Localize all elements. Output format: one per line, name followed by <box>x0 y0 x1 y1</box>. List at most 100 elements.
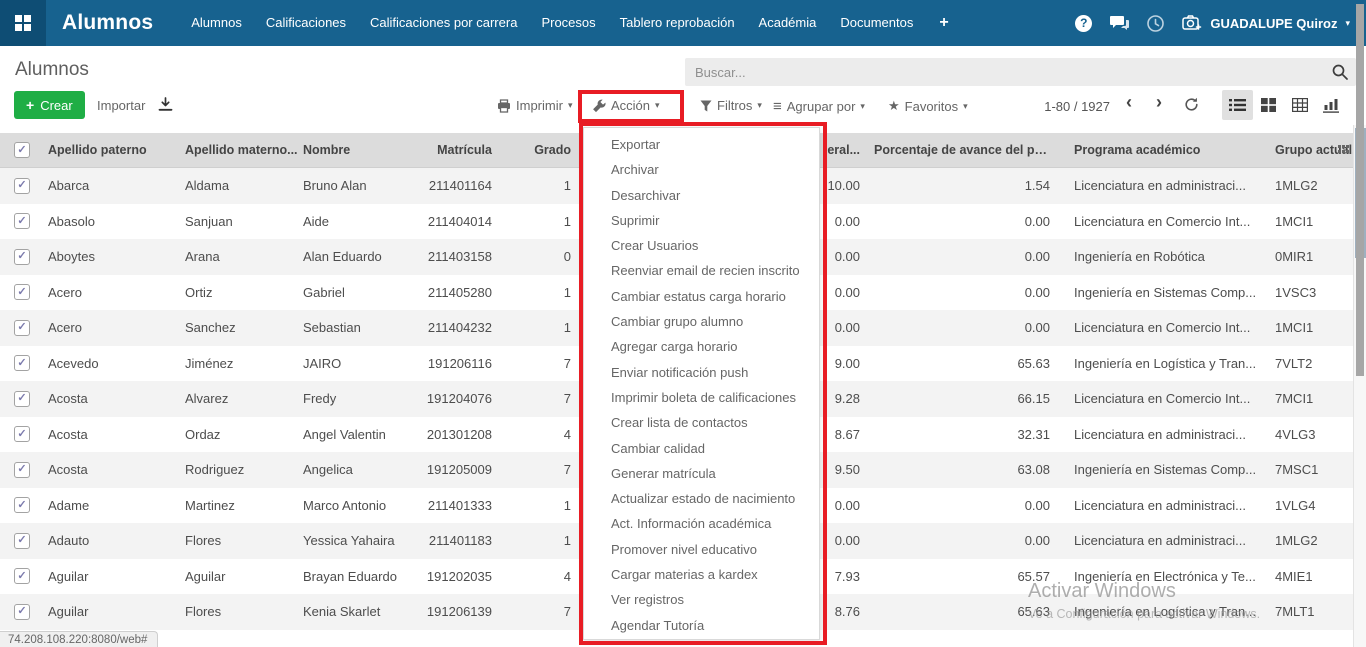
create-button-label: Crear <box>40 98 73 113</box>
action-menu-item[interactable]: Archivar <box>584 157 819 182</box>
row-checkbox[interactable] <box>14 568 30 584</box>
row-checkbox[interactable] <box>14 249 30 265</box>
column-header-apellido-paterno[interactable]: Apellido paterno <box>45 133 182 167</box>
cell-grado: 0 <box>500 239 576 275</box>
select-all-checkbox[interactable] <box>14 142 30 158</box>
row-checkbox[interactable] <box>14 391 30 407</box>
row-checkbox[interactable] <box>14 533 30 549</box>
user-menu[interactable]: GUADALUPE Quiroz ▾ <box>1182 14 1350 32</box>
navbar-menu-item[interactable]: Calificaciones por carrera <box>358 0 529 46</box>
cell-programa-academico: Ingeniería en Electrónica y Te... <box>1056 559 1258 595</box>
messages-icon[interactable] <box>1110 15 1129 31</box>
action-menu-item[interactable]: Agendar Tutoría <box>584 613 819 638</box>
apps-menu-button[interactable] <box>0 0 46 46</box>
action-menu-item[interactable]: Ver registros <box>584 587 819 612</box>
action-menu-item[interactable]: Enviar notificación push <box>584 360 819 385</box>
search-icon[interactable] <box>1332 64 1348 80</box>
action-menu-button[interactable]: Acción ▾ <box>592 98 660 113</box>
action-menu-item[interactable]: Crear Usuarios <box>584 233 819 258</box>
navbar-menu-item[interactable]: Calificaciones <box>254 0 358 46</box>
cell-matricula: 211405280 <box>426 275 500 311</box>
action-menu-item[interactable]: Cambiar grupo alumno <box>584 309 819 334</box>
row-checkbox[interactable] <box>14 178 30 194</box>
cell-apellido-paterno: Abasolo <box>45 204 182 240</box>
row-checkbox[interactable] <box>14 320 30 336</box>
action-menu-item[interactable]: Suprimir <box>584 208 819 233</box>
cell-apellido-materno: Alvarez <box>182 381 300 417</box>
dropdown-scrollbar-thumb[interactable] <box>1356 4 1364 376</box>
print-menu-button[interactable]: Imprimir ▾ <box>497 98 572 113</box>
cell-nombre: Bruno Alan <box>300 168 426 204</box>
user-name: GUADALUPE Quiroz <box>1210 16 1337 31</box>
row-checkbox[interactable] <box>14 355 30 371</box>
cell-matricula: 211403158 <box>426 239 500 275</box>
navbar-right-icons: ? GUADALUPE Quiroz ▾ <box>1075 14 1366 32</box>
cell-grupo-actual: 1VLG4 <box>1258 488 1353 524</box>
import-button[interactable]: Importar <box>97 98 145 113</box>
group-by-menu-button[interactable]: ≡ Agrupar por ▾ <box>773 98 865 115</box>
action-menu-item[interactable]: Generar matrícula <box>584 461 819 486</box>
action-menu-item[interactable]: Cambiar calidad <box>584 436 819 461</box>
action-menu-item[interactable]: Imprimir boleta de calificaciones <box>584 385 819 410</box>
cell-programa-academico: Licenciatura en administraci... <box>1056 168 1258 204</box>
cell-apellido-paterno: Abarca <box>45 168 182 204</box>
row-checkbox[interactable] <box>14 284 30 300</box>
pivot-view-button[interactable] <box>1284 90 1315 120</box>
cell-nombre: Brayan Eduardo <box>300 559 426 595</box>
row-checkbox[interactable] <box>14 213 30 229</box>
column-header-apellido-materno[interactable]: Apellido materno... <box>182 133 300 167</box>
create-button[interactable]: + Crear <box>14 91 85 119</box>
navbar-menu-item[interactable]: Alumnos <box>179 0 254 46</box>
filters-menu-button[interactable]: Filtros ▾ <box>700 98 762 113</box>
activity-clock-icon[interactable] <box>1147 15 1164 32</box>
cell-porcentaje-avance: 0.00 <box>866 204 1056 240</box>
cell-nombre: Alan Eduardo <box>300 239 426 275</box>
search-input[interactable] <box>685 58 1356 86</box>
cell-grado: 7 <box>500 346 576 382</box>
pager-previous-button[interactable]: ‹ <box>1126 92 1132 113</box>
action-menu-item[interactable]: Cargar materias a kardex <box>584 562 819 587</box>
action-menu-item[interactable]: Promover nivel educativo <box>584 537 819 562</box>
help-icon[interactable]: ? <box>1075 15 1092 32</box>
navbar-menu-item[interactable]: Procesos <box>529 0 607 46</box>
cell-apellido-materno: Flores <box>182 523 300 559</box>
action-menu-item[interactable]: Desarchivar <box>584 183 819 208</box>
column-header-programa-academico[interactable]: Programa académico <box>1056 133 1258 167</box>
column-header-grado[interactable]: Grado <box>500 133 576 167</box>
refresh-icon[interactable] <box>1184 97 1199 112</box>
navbar-menu-item[interactable]: Académia <box>747 0 829 46</box>
row-checkbox[interactable] <box>14 497 30 513</box>
download-icon[interactable] <box>158 97 173 112</box>
graph-view-button[interactable] <box>1315 90 1346 120</box>
action-menu-item[interactable]: Exportar <box>584 132 819 157</box>
cell-programa-academico: Ingeniería en Logística y Tran... <box>1056 346 1258 382</box>
cell-grupo-actual: 1MCI1 <box>1258 204 1353 240</box>
action-menu-item[interactable]: Crear lista de contactos <box>584 410 819 435</box>
column-header-nombre[interactable]: Nombre <box>300 133 426 167</box>
optional-columns-icon[interactable] <box>1338 144 1349 154</box>
favorites-label: Favoritos <box>905 99 958 114</box>
cell-apellido-paterno: Aboytes <box>45 239 182 275</box>
cell-apellido-materno: Jiménez <box>182 346 300 382</box>
navbar-menu-item[interactable]: Tablero reprobación <box>608 0 747 46</box>
cell-grupo-actual: 7MLT1 <box>1258 594 1353 630</box>
favorites-menu-button[interactable]: ★ Favoritos ▾ <box>888 98 968 114</box>
pager-range: 1-80 / 1927 <box>1016 99 1110 114</box>
navbar-menu-item[interactable]: Documentos <box>828 0 925 46</box>
navbar-add-button[interactable]: + <box>925 14 962 32</box>
column-header-matricula[interactable]: Matrícula <box>426 133 500 167</box>
action-menu-item[interactable]: Cambiar estatus carga horario <box>584 284 819 309</box>
row-checkbox[interactable] <box>14 462 30 478</box>
list-view-button[interactable] <box>1222 90 1253 120</box>
row-checkbox[interactable] <box>14 426 30 442</box>
action-menu-item[interactable]: Actualizar estado de nacimiento <box>584 486 819 511</box>
cell-apellido-materno: Sanjuan <box>182 204 300 240</box>
kanban-view-button[interactable] <box>1253 90 1284 120</box>
pager-next-button[interactable]: › <box>1156 92 1162 113</box>
column-header-porcentaje-avance[interactable]: Porcentaje de avance del pla... <box>866 133 1056 167</box>
action-menu-item[interactable]: Reenviar email de recien inscrito <box>584 258 819 283</box>
row-checkbox[interactable] <box>14 604 30 620</box>
action-menu-item[interactable]: Act. Información académica <box>584 511 819 536</box>
action-menu-item[interactable]: Agregar carga horario <box>584 334 819 359</box>
cell-grado: 4 <box>500 417 576 453</box>
